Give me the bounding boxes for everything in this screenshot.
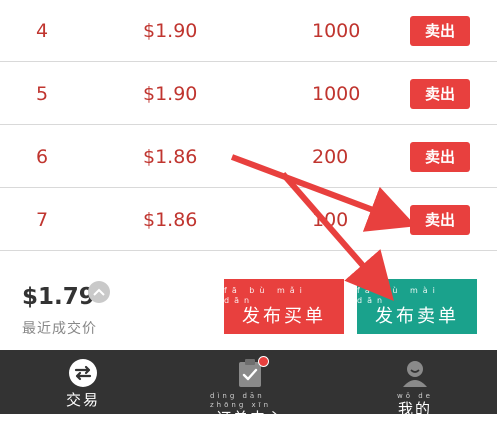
- tab-order-center-label: 订单中心: [215, 409, 284, 427]
- order-index: 4: [36, 19, 49, 42]
- order-index: 7: [36, 208, 49, 231]
- order-price: $1.86: [143, 145, 198, 168]
- notification-badge: [258, 356, 269, 367]
- last-price: $1.79: [22, 284, 95, 310]
- sell-button[interactable]: 卖出: [410, 204, 470, 235]
- tab-mine-label: 我的: [397, 400, 432, 418]
- order-row: 4 $1.90 1000 卖出: [0, 0, 497, 62]
- sell-button-pinyin: fā bù mài dān: [357, 285, 440, 305]
- order-price: $1.90: [143, 19, 198, 42]
- order-index: 5: [36, 82, 49, 105]
- sell-button-label: 发布卖单: [375, 305, 459, 327]
- buy-button-label: 发布买单: [242, 305, 326, 327]
- order-index: 6: [36, 145, 49, 168]
- order-price: $1.86: [143, 208, 198, 231]
- order-price: $1.90: [143, 82, 198, 105]
- sell-order-list: 4 $1.90 1000 卖出 5 $1.90 1000 卖出 6 $1.86 …: [0, 0, 497, 252]
- buy-button-pinyin: fā bù mǎi dān: [224, 285, 307, 305]
- tab-trade[interactable]: 交易: [58, 350, 108, 414]
- chevron-up-icon[interactable]: [88, 281, 110, 303]
- post-buy-order-button[interactable]: fā bù mǎi dān 发布买单: [224, 279, 344, 334]
- order-quantity: 100: [312, 208, 349, 231]
- sell-button[interactable]: 卖出: [410, 78, 470, 109]
- order-quantity: 1000: [312, 19, 361, 42]
- order-row: 5 $1.90 1000 卖出: [0, 63, 497, 125]
- tab-order-center-pinyin: dìng dān zhōng xīn: [210, 392, 272, 409]
- profile-icon: [400, 358, 430, 388]
- order-row: 7 $1.86 100 卖出: [0, 189, 497, 251]
- last-price-label: 最近成交价: [22, 321, 97, 337]
- tab-mine[interactable]: wǒ de 我的: [390, 350, 440, 418]
- clipboard-check-icon: [237, 356, 269, 388]
- order-quantity: 200: [312, 145, 349, 168]
- tab-trade-label: 交易: [65, 391, 100, 409]
- order-row: 6 $1.86 200 卖出: [0, 126, 497, 188]
- post-sell-order-button[interactable]: fā bù mài dān 发布卖单: [357, 279, 477, 334]
- tab-order-center[interactable]: dìng dān zhōng xīn 订单中心: [210, 350, 290, 427]
- sell-button[interactable]: 卖出: [410, 141, 470, 172]
- sell-button[interactable]: 卖出: [410, 15, 470, 46]
- bottom-tab-bar: 交易 dìng dān zhōng xīn 订单中心 wǒ de 我的: [0, 350, 497, 427]
- swap-icon: [68, 358, 98, 388]
- order-quantity: 1000: [312, 82, 361, 105]
